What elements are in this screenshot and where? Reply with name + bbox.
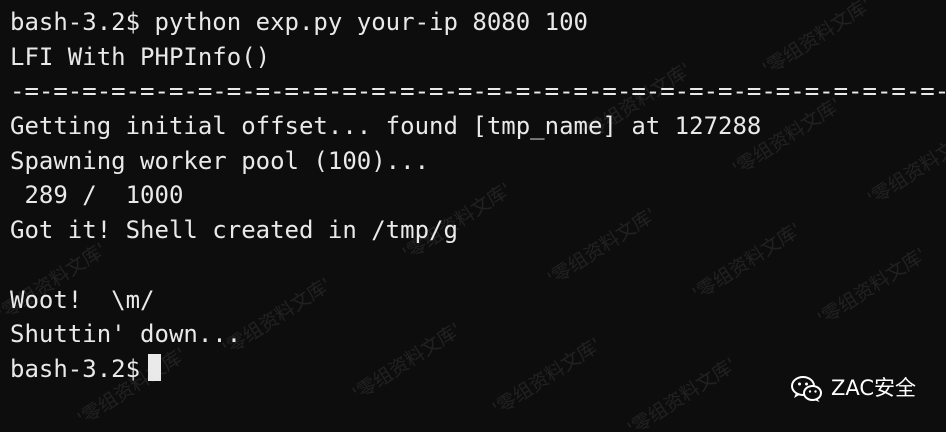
output-line: Shuttin' down... [10,320,242,349]
account-badge: ZAC安全 [790,371,916,406]
prompt: bash-3.2$ [10,354,141,383]
terminal-window[interactable]: bash-3.2$ python exp.py your-ip 8080 100… [0,0,946,432]
output-line: LFI With PHPInfo() [10,42,271,71]
wechat-icon [790,375,823,403]
output-line: Woot! \m/ [10,285,155,314]
separator-line: -=-=-=-=-=-=-=-=-=-=-=-=-=-=-=-=-=-=-=-=… [10,77,946,106]
badge-label: ZAC安全 [830,376,916,401]
progress-line: 289 / 1000 [10,181,184,210]
text-cursor [148,353,162,381]
output-line: Got it! Shell created in /tmp/g [10,216,458,245]
output-line: Spawning worker pool (100)... [10,146,430,175]
output-line: Getting initial offset... found [tmp_nam… [10,112,762,141]
command-line: bash-3.2$ python exp.py your-ip 8080 100 [10,8,588,36]
